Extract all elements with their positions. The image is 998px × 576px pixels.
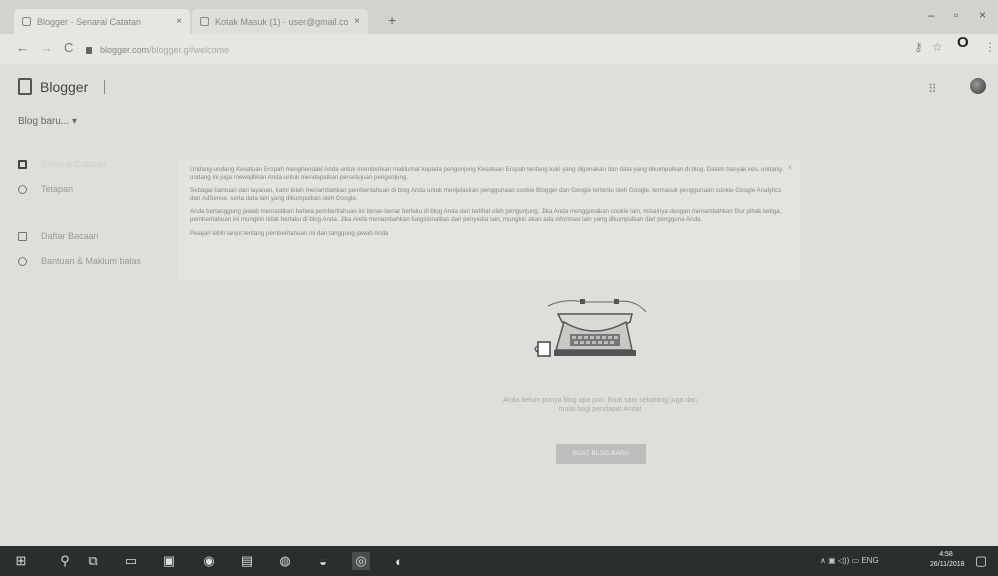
blogger-logo-icon [18, 78, 32, 95]
close-icon[interactable]: × [787, 164, 792, 172]
notification-icon[interactable]: ▢ [972, 552, 990, 570]
taskbar-app-icon[interactable]: ▤ [238, 552, 256, 570]
taskbar-app-icon[interactable]: ◐ [390, 552, 408, 570]
notice-learn-more-link[interactable]: Pelajari lebih lanjut tentang pemberitah… [190, 230, 788, 238]
header-divider [104, 79, 106, 94]
blog-selector-label: Blog baru... [18, 116, 70, 127]
windows-taskbar: ⊞ ⚲ ⧉ ▭ ▣ ◉ ▤ ◍ ◒ ◎ ◐ ∧ ▣ ◁)) ▭ ENG 4:58… [0, 546, 998, 576]
tab-title: Kotak Masuk (1) - user@gmail.com [215, 16, 349, 27]
task-view-icon[interactable]: ⧉ [84, 552, 102, 570]
back-icon[interactable]: ← [16, 40, 29, 55]
taskbar-app-icon[interactable]: ◉ [200, 552, 218, 570]
taskbar-app-icon[interactable]: ▭ [122, 552, 140, 570]
close-window-icon[interactable]: × [979, 8, 986, 22]
chrome-taskbar-icon[interactable]: ◎ [352, 552, 370, 570]
taskbar-app-icon[interactable]: ◍ [276, 552, 294, 570]
reading-list-icon [18, 231, 27, 241]
opera-extension-icon[interactable]: O [957, 34, 969, 51]
maximize-icon[interactable]: ▫ [954, 8, 958, 22]
sidebar-item-help[interactable]: Bantuan & Maklum balas [18, 251, 141, 271]
blog-selector[interactable]: Blog baru... ▾ [18, 116, 77, 127]
clock[interactable]: 4:58 26/11/2018 [930, 550, 965, 570]
star-icon[interactable]: ☆ [932, 40, 943, 54]
tab-gmail[interactable]: Kotak Masuk (1) - user@gmail.com × [192, 9, 368, 34]
minimize-icon[interactable]: – [928, 8, 935, 22]
sidebar-item-posts[interactable]: Senarai Catatan [18, 154, 141, 174]
blogger-page: Blogger ⠿ Blog baru... ▾ Senarai Catatan… [0, 64, 998, 546]
browser-tab-bar: Blogger - Senarai Catatan × Kotak Masuk … [0, 0, 998, 34]
close-tab-icon[interactable]: × [354, 16, 360, 27]
app-name: Blogger [40, 78, 89, 95]
forward-icon[interactable]: → [40, 40, 53, 55]
eu-cookie-notice: × Undang-undang Kesatuan Eropah menghend… [178, 160, 800, 280]
apps-grid-icon[interactable]: ⠿ [928, 82, 937, 96]
taskbar-app-icon[interactable]: ◒ [314, 552, 332, 570]
notice-paragraph: Sebagai bantuan dari layanan, kami telah… [190, 187, 782, 202]
address-bar: ← → C blogger.com /blogger.g#welcome ⚷ ☆… [0, 34, 998, 64]
search-icon[interactable]: ⚲ [56, 552, 74, 570]
tab-blogger[interactable]: Blogger - Senarai Catatan × [14, 9, 190, 34]
sidebar-item-settings[interactable]: Tetapan [18, 179, 141, 199]
gear-icon [18, 184, 27, 194]
create-new-blog-button[interactable]: BUAT BLOG BARU [556, 444, 646, 464]
new-tab-button[interactable]: + [388, 12, 396, 28]
chevron-down-icon: ▾ [71, 116, 77, 127]
blogger-logo[interactable]: Blogger [18, 78, 106, 95]
sidebar-item-label: Bantuan & Maklum balas [41, 256, 142, 266]
url-field[interactable]: blogger.com /blogger.g#welcome [86, 40, 946, 60]
clock-time: 4:58 [939, 551, 953, 558]
windows-start-icon[interactable]: ⊞ [12, 552, 30, 570]
sidebar: Senarai Catatan Tetapan Daftar Bacaan Ba… [18, 154, 141, 276]
blogger-favicon-icon [22, 17, 31, 26]
close-tab-icon[interactable]: × [176, 16, 182, 27]
notice-paragraph: Undang-undang Kesatuan Eropah menghendak… [190, 166, 784, 181]
url-path: /blogger.g#welcome [149, 45, 230, 55]
empty-state-message: Anda belum punya blog apa pun. Buat satu… [503, 397, 697, 413]
sidebar-item-label: Senarai Catatan [41, 159, 107, 169]
system-tray[interactable]: ∧ ▣ ◁)) ▭ ENG [820, 556, 879, 565]
posts-icon [18, 159, 27, 169]
sidebar-item-label: Tetapan [41, 184, 74, 194]
typewriter-illustration-icon [534, 299, 647, 357]
sidebar-item-reading-list[interactable]: Daftar Bacaan [18, 226, 141, 246]
menu-icon[interactable]: ⋮ [984, 40, 996, 54]
gmail-favicon-icon [200, 17, 209, 26]
sidebar-item-label: Daftar Bacaan [41, 231, 99, 241]
notice-paragraph: Anda bertanggung jawab memastikan bahwa … [190, 208, 782, 223]
help-icon [18, 256, 27, 266]
key-icon[interactable]: ⚷ [914, 40, 923, 54]
url-host: blogger.com [100, 45, 150, 55]
reload-icon[interactable]: C [64, 40, 73, 55]
avatar[interactable] [970, 78, 986, 94]
lock-icon [86, 46, 92, 54]
taskbar-app-icon[interactable]: ▣ [160, 552, 178, 570]
clock-date: 26/11/2018 [930, 561, 965, 568]
tab-title: Blogger - Senarai Catatan [37, 16, 142, 27]
